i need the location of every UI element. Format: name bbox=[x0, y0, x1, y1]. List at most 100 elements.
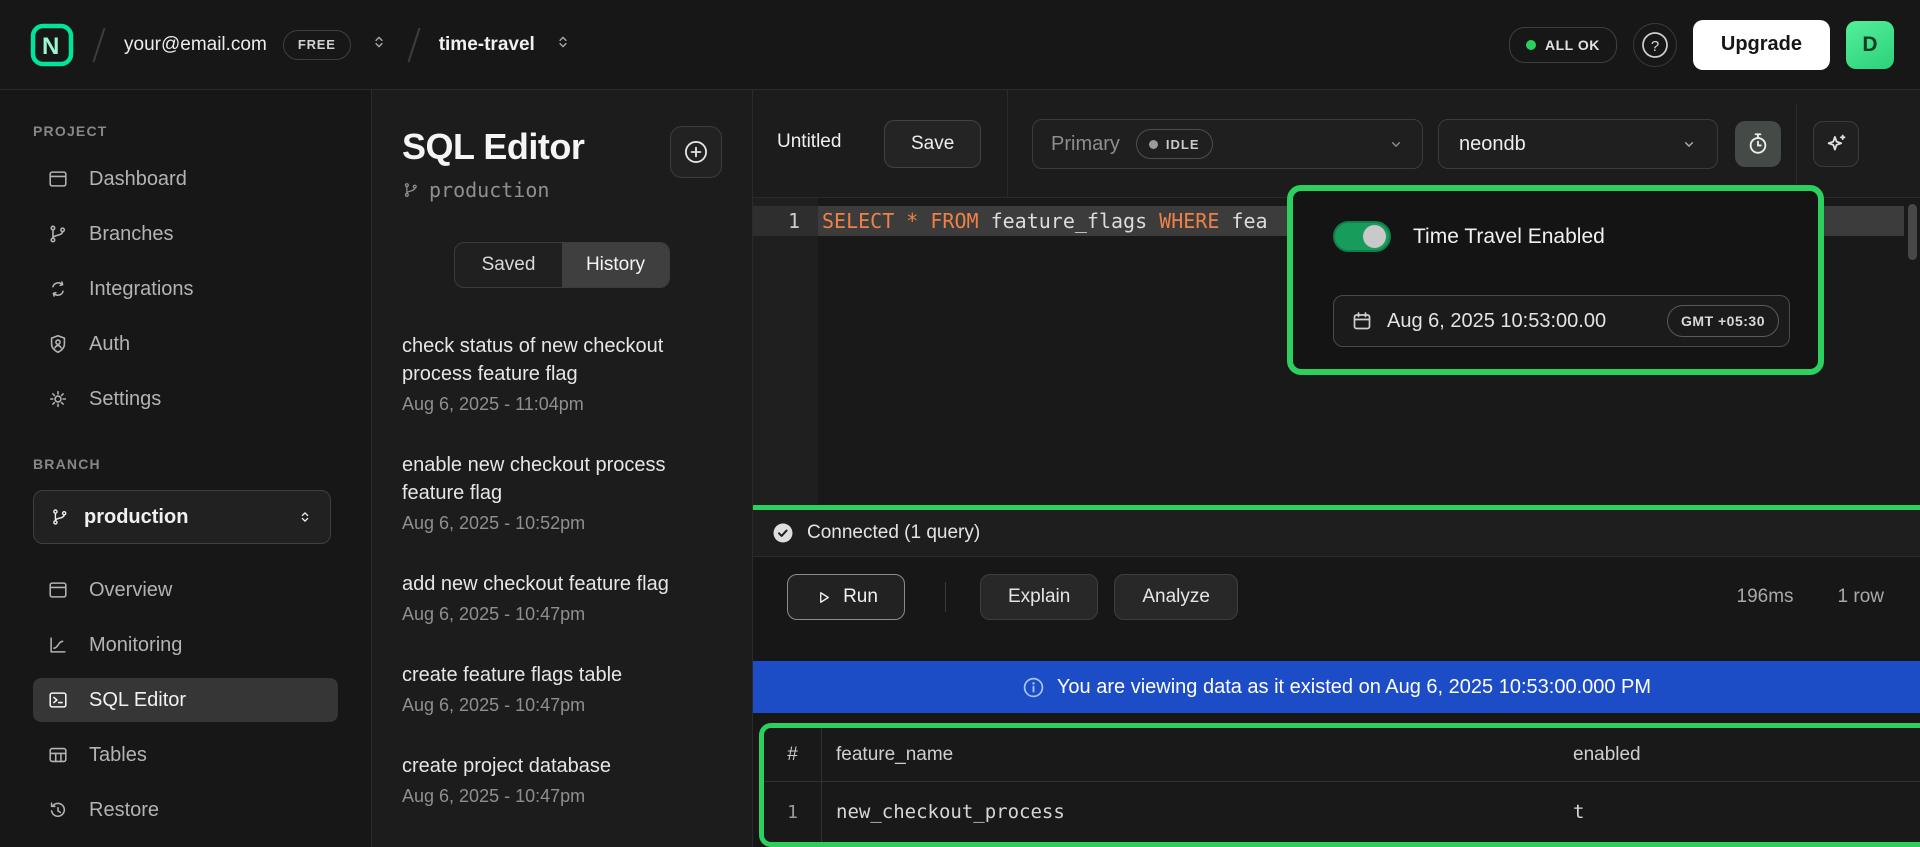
cell-feature-name: new_checkout_process bbox=[822, 782, 1560, 842]
column-header-enabled[interactable]: enabled bbox=[1560, 728, 1920, 781]
branch-icon bbox=[50, 507, 70, 527]
upgrade-button[interactable]: Upgrade bbox=[1693, 20, 1830, 70]
history-item[interactable]: create project database Aug 6, 2025 - 10… bbox=[402, 752, 722, 807]
editor-scrollbar[interactable] bbox=[1908, 204, 1917, 260]
saved-history-tabs: Saved History bbox=[454, 242, 670, 288]
sidebar-section-branch: BRANCH bbox=[33, 456, 371, 472]
toggle-knob bbox=[1363, 225, 1386, 248]
status-ok-dot bbox=[1526, 40, 1536, 50]
user-avatar[interactable]: D bbox=[1846, 21, 1894, 69]
history-item[interactable]: check status of new checkout process fea… bbox=[402, 332, 722, 415]
history-item[interactable]: create feature flags table Aug 6, 2025 -… bbox=[402, 661, 722, 716]
history-item[interactable]: add new checkout feature flag Aug 6, 202… bbox=[402, 570, 722, 625]
unfold-icon bbox=[296, 506, 314, 528]
header-divider bbox=[1007, 90, 1008, 198]
sidebar-item-settings[interactable]: Settings bbox=[33, 377, 338, 421]
time-travel-toggle[interactable] bbox=[1333, 221, 1391, 252]
neon-console: N your@email.com FREE time-travel ALL OK… bbox=[0, 0, 1920, 847]
toolbar-divider bbox=[945, 582, 946, 612]
line-number: 1 bbox=[753, 206, 818, 236]
tab-saved[interactable]: Saved bbox=[455, 243, 562, 287]
history-list: check status of new checkout process fea… bbox=[402, 332, 722, 807]
sidebar-item-auth[interactable]: Auth bbox=[33, 322, 338, 366]
column-header-index: # bbox=[764, 728, 822, 781]
project-name[interactable]: time-travel bbox=[439, 34, 535, 56]
sidebar-item-tables[interactable]: Tables bbox=[33, 733, 338, 777]
sidebar-item-restore[interactable]: Restore bbox=[33, 788, 338, 832]
svg-text:?: ? bbox=[1651, 38, 1659, 55]
sidebar-item-overview[interactable]: Overview bbox=[33, 568, 338, 612]
branch-icon bbox=[402, 181, 420, 199]
dashboard-icon bbox=[47, 168, 69, 190]
results-header-row: # feature_name enabled bbox=[764, 728, 1920, 782]
header-divider bbox=[1796, 104, 1797, 184]
database-selector[interactable]: neondb bbox=[1438, 119, 1718, 169]
sidebar: PROJECT Dashboard Branches Integrations … bbox=[0, 90, 372, 847]
neon-logo[interactable]: N bbox=[30, 23, 74, 67]
explain-button[interactable]: Explain bbox=[980, 574, 1098, 620]
integrations-icon bbox=[47, 278, 69, 300]
ai-assist-button[interactable] bbox=[1813, 121, 1859, 167]
idle-dot bbox=[1149, 140, 1158, 149]
account-name[interactable]: your@email.com bbox=[124, 34, 267, 56]
chevron-down-icon bbox=[1386, 134, 1406, 154]
monitoring-chart-icon bbox=[47, 634, 69, 656]
compute-selector[interactable]: Primary IDLE bbox=[1032, 119, 1423, 169]
sidebar-item-monitoring[interactable]: Monitoring bbox=[33, 623, 338, 667]
auth-shield-icon bbox=[47, 333, 69, 355]
query-duration: 196ms bbox=[1737, 586, 1794, 608]
timezone-badge: GMT +05:30 bbox=[1667, 305, 1779, 337]
time-travel-label: Time Travel Enabled bbox=[1413, 225, 1605, 249]
panel-title: SQL Editor bbox=[402, 126, 584, 168]
branch-selector[interactable]: production bbox=[33, 490, 331, 544]
connection-status-row: Connected (1 query) bbox=[753, 510, 1920, 557]
info-icon bbox=[1022, 676, 1045, 699]
query-tab-title[interactable]: Untitled bbox=[777, 131, 841, 153]
results-data-row[interactable]: 1 new_checkout_process t bbox=[764, 782, 1920, 842]
sql-editor-panel: SQL Editor production Saved History chec… bbox=[372, 90, 753, 847]
connection-status-text: Connected (1 query) bbox=[807, 522, 980, 544]
banner-text: You are viewing data as it existed on Au… bbox=[1057, 676, 1651, 699]
new-query-button[interactable] bbox=[670, 126, 722, 178]
overview-icon bbox=[47, 579, 69, 601]
sparkles-icon bbox=[1823, 131, 1849, 157]
history-item[interactable]: enable new checkout process feature flag… bbox=[402, 451, 722, 534]
query-row-count: 1 row bbox=[1838, 586, 1884, 608]
check-circle-icon bbox=[771, 521, 795, 545]
line-number-gutter bbox=[753, 198, 818, 505]
cell-enabled: t bbox=[1560, 782, 1920, 842]
play-icon bbox=[814, 588, 833, 607]
sql-code-line[interactable]: SELECT * FROM feature_flags WHERE fea bbox=[822, 206, 1268, 236]
column-header-feature-name[interactable]: feature_name bbox=[822, 728, 1560, 781]
panel-branch: production bbox=[402, 178, 584, 202]
tables-icon bbox=[47, 744, 69, 766]
spacer bbox=[753, 637, 1920, 661]
chevron-down-icon bbox=[1679, 134, 1699, 154]
sidebar-section-project: PROJECT bbox=[33, 123, 371, 139]
tab-history[interactable]: History bbox=[562, 243, 669, 287]
query-toolbar: Run Explain Analyze 196ms 1 row bbox=[753, 557, 1920, 637]
sidebar-item-sql-editor[interactable]: SQL Editor bbox=[33, 678, 338, 722]
time-travel-banner: You are viewing data as it existed on Au… bbox=[753, 661, 1920, 713]
calendar-icon bbox=[1350, 309, 1374, 333]
results-table: # feature_name enabled 1 new_checkout_pr… bbox=[759, 723, 1920, 847]
editor-pane: Untitled Save Primary IDLE neondb bbox=[753, 90, 1920, 847]
help-button[interactable]: ? bbox=[1633, 23, 1677, 67]
breadcrumb-slash bbox=[92, 27, 105, 62]
plan-badge: FREE bbox=[283, 30, 351, 60]
compute-status-badge: IDLE bbox=[1136, 129, 1213, 159]
editor-header: Untitled Save Primary IDLE neondb bbox=[753, 90, 1920, 198]
run-button[interactable]: Run bbox=[787, 574, 905, 620]
system-status-badge[interactable]: ALL OK bbox=[1509, 27, 1617, 63]
time-travel-toolbar-button[interactable] bbox=[1735, 121, 1781, 167]
stopwatch-icon bbox=[1745, 131, 1771, 157]
sidebar-item-integrations[interactable]: Integrations bbox=[33, 267, 338, 311]
analyze-button[interactable]: Analyze bbox=[1114, 574, 1238, 620]
settings-gear-icon bbox=[47, 388, 69, 410]
project-switcher-icon[interactable] bbox=[553, 30, 573, 59]
time-travel-datetime-picker[interactable]: Aug 6, 2025 10:53:00.00 GMT +05:30 bbox=[1333, 295, 1790, 347]
save-button[interactable]: Save bbox=[884, 120, 981, 168]
sidebar-item-branches[interactable]: Branches bbox=[33, 212, 338, 256]
sidebar-item-dashboard[interactable]: Dashboard bbox=[33, 157, 338, 201]
account-switcher-icon[interactable] bbox=[369, 30, 389, 59]
